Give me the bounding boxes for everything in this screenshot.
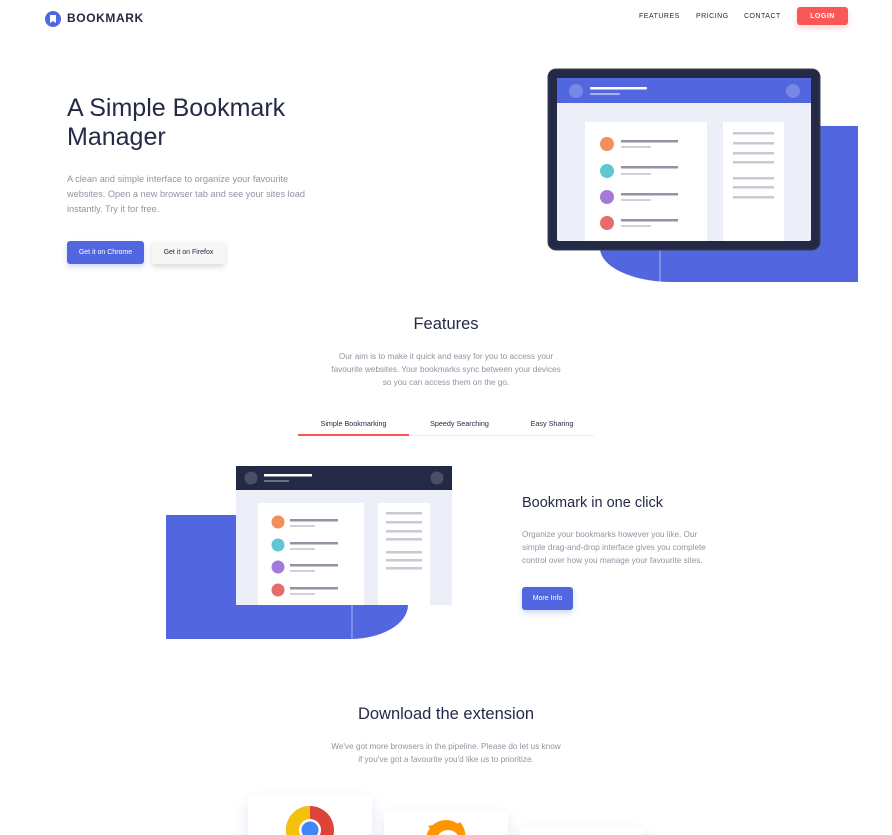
firefox-logo-icon	[426, 820, 466, 835]
opera-card	[520, 826, 644, 835]
tab-easy-sharing[interactable]: Easy Sharing	[510, 419, 594, 428]
get-firefox-button[interactable]: Get it on Firefox	[152, 241, 225, 264]
tab-simple-bookmarking[interactable]: Simple Bookmarking	[298, 419, 409, 428]
hero-title: A Simple Bookmark Manager	[67, 94, 286, 151]
download-description: We've got more browsers in the pipeline.…	[331, 742, 561, 765]
more-info-button[interactable]: More Info	[522, 587, 573, 610]
features-description: Our aim is to make it quick and easy for…	[331, 352, 561, 388]
tab-speedy-searching[interactable]: Speedy Searching	[409, 419, 510, 428]
feature-bookmark-illustration	[166, 466, 452, 639]
feature-title: Bookmark in one click	[522, 495, 664, 511]
bookmark-logo-icon[interactable]	[45, 11, 61, 27]
get-chrome-button[interactable]: Get it on Chrome	[67, 241, 144, 264]
nav-link-pricing[interactable]: PRICING	[696, 13, 729, 20]
download-title: Download the extension	[357, 705, 535, 723]
hero-tablet-illustration	[547, 68, 858, 282]
login-button[interactable]: LOGIN	[797, 7, 848, 25]
firefox-card	[384, 810, 508, 835]
active-tab-indicator	[298, 434, 409, 436]
features-title: Features	[413, 315, 479, 333]
brand-name[interactable]: BOOKMARK	[67, 11, 144, 25]
feature-description: Organize your bookmarks however you like…	[522, 530, 706, 566]
hero-description: A clean and simple interface to organize…	[67, 174, 305, 214]
chrome-logo-icon	[286, 806, 334, 835]
nav-link-features[interactable]: FEATURES	[639, 13, 680, 20]
chrome-card	[248, 795, 372, 835]
nav-link-contact[interactable]: CONTACT	[744, 13, 781, 20]
